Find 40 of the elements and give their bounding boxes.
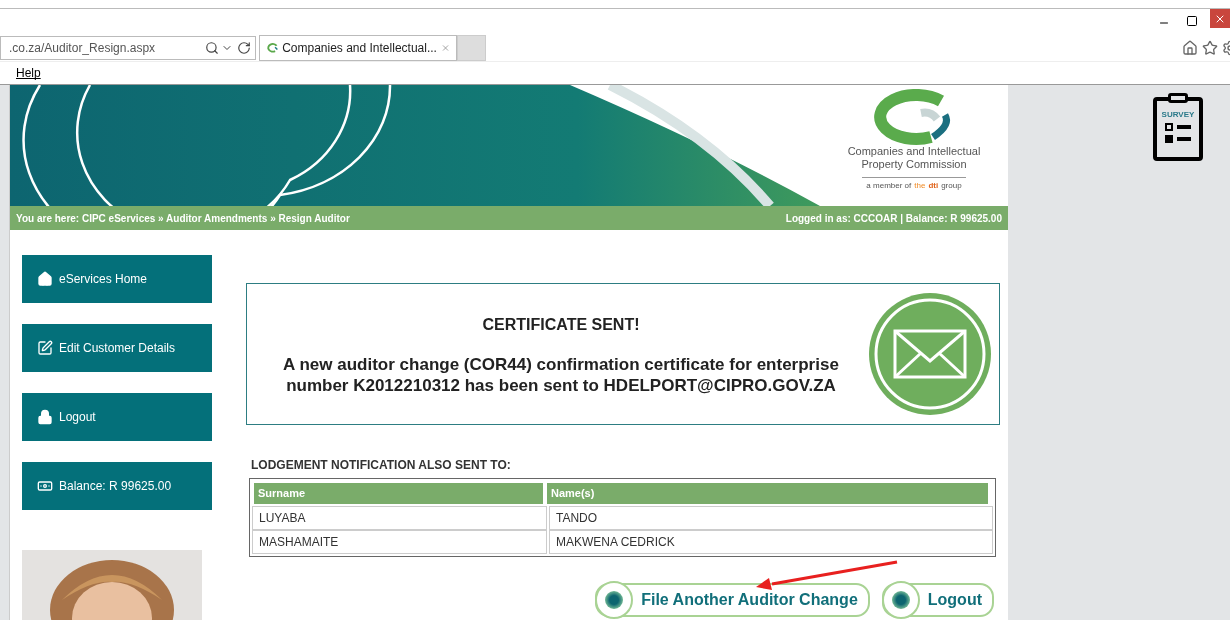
favorites-icon[interactable] bbox=[1202, 40, 1218, 56]
notification-label: LODGEMENT NOTIFICATION ALSO SENT TO: bbox=[251, 457, 512, 474]
money-icon bbox=[37, 478, 53, 494]
maximize-icon[interactable] bbox=[1186, 15, 1198, 27]
table-cell: MASHAMAITE bbox=[252, 530, 547, 554]
tagline-text: the bbox=[914, 180, 926, 192]
browser-tab[interactable]: Companies and Intellectual... bbox=[259, 35, 457, 61]
home-icon bbox=[37, 271, 53, 287]
table-cell: LUYABA bbox=[252, 506, 547, 530]
column-header: Name(s) bbox=[547, 483, 988, 504]
action-button[interactable]: File Another Auditor Change bbox=[595, 583, 870, 617]
tagline-text: group bbox=[941, 180, 962, 192]
login-status: Logged in as: CCCOAR | Balance: R 99625.00 bbox=[785, 211, 1002, 226]
action-button[interactable]: Logout bbox=[881, 583, 994, 617]
edit-icon bbox=[37, 340, 53, 356]
sidebar-button[interactable]: eServices Home bbox=[22, 255, 212, 303]
sidebar-button[interactable]: Balance: R 99625.00 bbox=[22, 462, 212, 510]
bullet-icon bbox=[891, 591, 910, 609]
address-field[interactable]: .co.za/Auditor_Resign.aspx bbox=[0, 36, 256, 60]
close-button[interactable] bbox=[1210, 9, 1230, 28]
column-header: Surname bbox=[254, 483, 543, 504]
sidebar-button[interactable]: Edit Customer Details bbox=[22, 324, 212, 372]
certificate-title: CERTIFICATE SENT! bbox=[482, 314, 640, 335]
table-cell: TANDO bbox=[549, 506, 993, 530]
sidebar-button[interactable]: Logout bbox=[22, 393, 212, 441]
envelope-icon bbox=[867, 291, 993, 417]
refresh-icon[interactable] bbox=[237, 41, 251, 55]
logo-text: Property Commission bbox=[861, 158, 967, 171]
favicon-icon bbox=[266, 42, 279, 54]
tagline-text: dti bbox=[928, 180, 939, 192]
logo-text: Companies and Intellectual bbox=[847, 145, 981, 158]
menu-item[interactable]: Help bbox=[16, 63, 41, 82]
lock-icon bbox=[37, 409, 53, 425]
home-icon[interactable] bbox=[1182, 40, 1198, 56]
certificate-message: A new auditor change (COR44) confirmation certificate for enterprise number K2012210312 has been sent to HDELPORT@CIPRO.GOV.ZA bbox=[282, 353, 840, 396]
bullet-icon bbox=[605, 591, 624, 609]
breadcrumb: You are here: CIPC eServices » Auditor Amendments » Resign Auditor bbox=[16, 211, 350, 226]
table-cell: MAKWENA CEDRICK bbox=[549, 530, 993, 554]
search-icon[interactable] bbox=[205, 41, 219, 55]
tagline-text: a member of bbox=[866, 180, 912, 192]
